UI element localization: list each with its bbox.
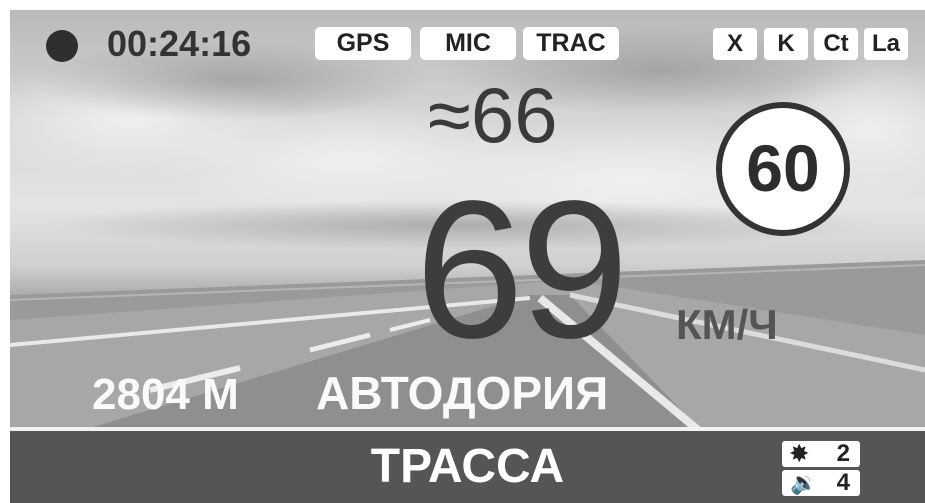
record-dot-icon: [46, 30, 78, 62]
brightness-icon: ✸: [790, 441, 809, 466]
camera-distance: 2804 М: [92, 370, 239, 419]
trac-tag: TRAC: [523, 27, 619, 60]
average-speed-value: 66: [470, 71, 558, 159]
current-speed: 69: [415, 160, 629, 379]
band-la: La: [864, 28, 908, 60]
band-k: K: [764, 28, 808, 60]
brightness-indicator: ✸ 2: [782, 441, 860, 467]
volume-value: 4: [836, 469, 850, 496]
speed-unit: КМ/Ч: [676, 301, 778, 348]
brightness-value: 2: [836, 440, 850, 467]
camera-type: АВТОДОРИЯ: [316, 367, 609, 419]
gps-tag: GPS: [315, 27, 411, 60]
recording-timer: 00:24:16: [107, 23, 252, 64]
band-x: X: [713, 28, 757, 60]
speaker-icon: 🔉: [790, 470, 818, 495]
volume-indicator: 🔉 4: [782, 470, 860, 496]
mic-tag: MIC: [420, 27, 516, 60]
average-speed: ≈66: [428, 70, 558, 160]
band-ct: Ct: [814, 28, 858, 60]
speed-limit-sign: 60: [716, 102, 850, 236]
radar-display: 00:24:16 GPS MIC TRAC X K Ct La ≈66 60 6…: [10, 10, 925, 503]
mode-bar: ТРАССА ✸ 2 🔉 4: [10, 427, 925, 503]
approx-symbol: ≈: [428, 71, 471, 159]
